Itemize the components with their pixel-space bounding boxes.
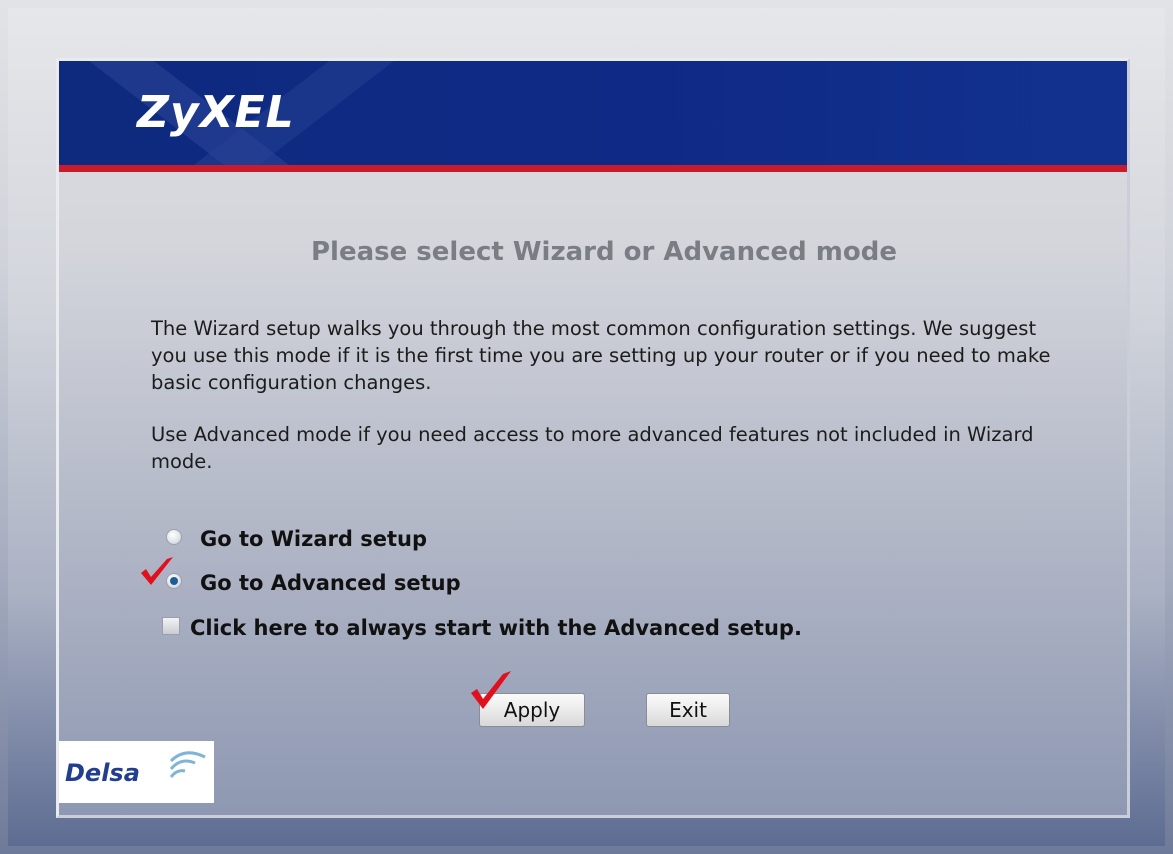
setup-mode-panel: ZyXEL Please select Wizard or Advanced m… [56, 58, 1130, 818]
always-advanced-label[interactable]: Click here to always start with the Adva… [190, 616, 802, 640]
check-mark-icon [471, 671, 511, 709]
wizard-setup-radio[interactable] [166, 529, 182, 545]
exit-button[interactable]: Exit [646, 693, 730, 727]
always-advanced-checkbox[interactable] [162, 617, 180, 635]
zyxel-logo: ZyXEL [137, 87, 295, 138]
delsa-logo-text: Delsa [65, 759, 140, 787]
header-stripe [59, 165, 1127, 172]
header-banner: ZyXEL [59, 61, 1127, 165]
wizard-setup-label[interactable]: Go to Wizard setup [200, 527, 427, 551]
delsa-logo: Delsa [59, 741, 214, 803]
wireless-waves-icon [169, 751, 206, 778]
wizard-description: The Wizard setup walks you through the m… [151, 317, 1051, 394]
page-title: Please select Wizard or Advanced mode [311, 237, 897, 267]
advanced-setup-radio[interactable] [166, 573, 182, 589]
advanced-description: Use Advanced mode if you need access to … [151, 423, 1034, 473]
advanced-setup-label[interactable]: Go to Advanced setup [200, 571, 461, 595]
